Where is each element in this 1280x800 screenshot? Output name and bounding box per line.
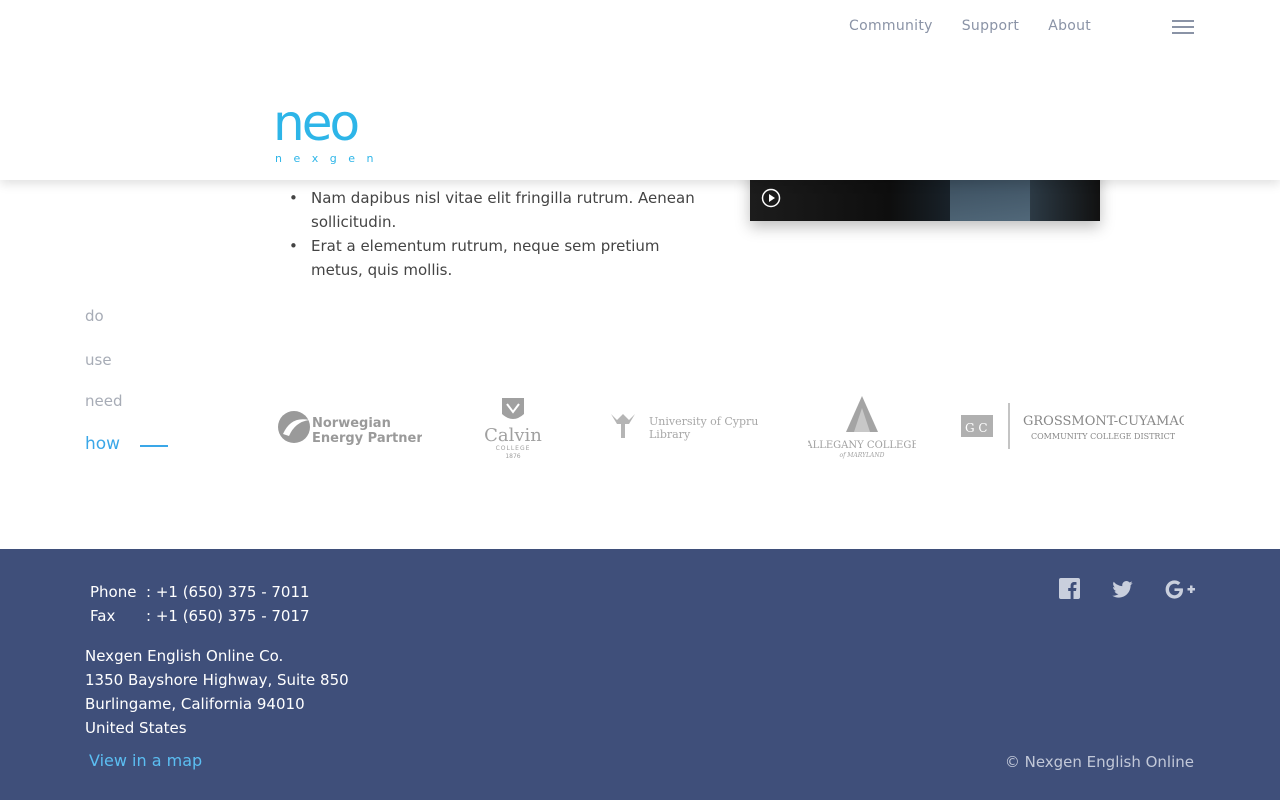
facebook-icon[interactable]: [1059, 578, 1080, 599]
phone-value[interactable]: : +1 (650) 375 - 7011: [146, 580, 310, 604]
phone-label: Phone: [90, 583, 137, 601]
feature-list: Nam dapibus nisl vitae elit fringilla ru…: [289, 162, 709, 282]
logo-main: neo: [275, 100, 357, 152]
sidenav-item-need[interactable]: need: [85, 392, 123, 410]
partner-name-line1: University of Cyprus: [649, 415, 759, 428]
top-navigation: Community Support About: [849, 18, 1091, 34]
address-line: United States: [85, 719, 187, 737]
partner-name-line2: Library: [649, 428, 691, 441]
partner-logo-university-of-cyprus: University of Cyprus Library: [611, 414, 759, 441]
twitter-icon[interactable]: [1112, 581, 1133, 598]
play-icon[interactable]: [761, 188, 781, 208]
menu-icon[interactable]: [1172, 20, 1194, 34]
view-map-link[interactable]: View in a map: [89, 751, 202, 770]
partner-logo-norwegian-energy: Norwegian Energy Partners: [278, 411, 422, 446]
address-line: Nexgen English Online Co.: [85, 647, 284, 665]
active-indicator: [140, 445, 168, 447]
partner-year: 1876: [505, 453, 520, 460]
address-line: 1350 Bayshore Highway, Suite 850: [85, 671, 349, 689]
list-item: Erat a elementum rutrum, neque sem preti…: [289, 234, 709, 282]
copyright-text: © Nexgen English Online: [1004, 753, 1194, 771]
company-address: Nexgen English Online Co. 1350 Bayshore …: [85, 644, 349, 740]
logo-sub: n e x g e n: [275, 152, 377, 165]
partner-sub: COLLEGE: [496, 445, 531, 452]
partner-name: Calvin: [484, 425, 542, 446]
nav-support[interactable]: Support: [962, 18, 1019, 34]
partner-logo-grossmont-cuyamaca: G C GROSSMONT-CUYAMACA COMMUNITY COLLEGE…: [961, 403, 1184, 449]
site-header: Community Support About neo n e x g e n: [0, 0, 1280, 180]
sidenav-item-use[interactable]: use: [85, 351, 112, 369]
google-plus-icon[interactable]: [1164, 579, 1196, 600]
sidenav-item-how[interactable]: how: [85, 434, 120, 454]
partner-logo-calvin-college: Calvin COLLEGE 1876: [484, 398, 542, 460]
nav-community[interactable]: Community: [849, 18, 933, 34]
partner-name-line2: of MARYLAND: [840, 452, 885, 459]
sidenav-item-do[interactable]: do: [85, 307, 104, 325]
partner-mark: G C: [965, 421, 988, 435]
partner-logo-allegany-college: ALLEGANY COLLEGE of MARYLAND: [808, 396, 916, 459]
partner-name-line2: Energy Partners: [312, 431, 422, 446]
partner-name-line1: GROSSMONT-CUYAMACA: [1023, 414, 1184, 429]
fax-value: : +1 (650) 375 - 7017: [146, 607, 310, 625]
phone-row: Phone : +1 (650) 375 - 7011 Fax : +1 (65…: [90, 580, 310, 628]
address-line: Burlingame, California 94010: [85, 695, 305, 713]
fax-label: Fax: [90, 607, 116, 625]
nav-about[interactable]: About: [1048, 18, 1091, 34]
partner-name-line1: Norwegian: [312, 416, 391, 431]
partner-name-line2: COMMUNITY COLLEGE DISTRICT: [1031, 432, 1176, 441]
neo-nexgen-logo[interactable]: neo n e x g e n: [275, 100, 400, 166]
list-item: Nam dapibus nisl vitae elit fringilla ru…: [289, 186, 709, 234]
partner-name-line1: ALLEGANY COLLEGE: [808, 440, 916, 451]
